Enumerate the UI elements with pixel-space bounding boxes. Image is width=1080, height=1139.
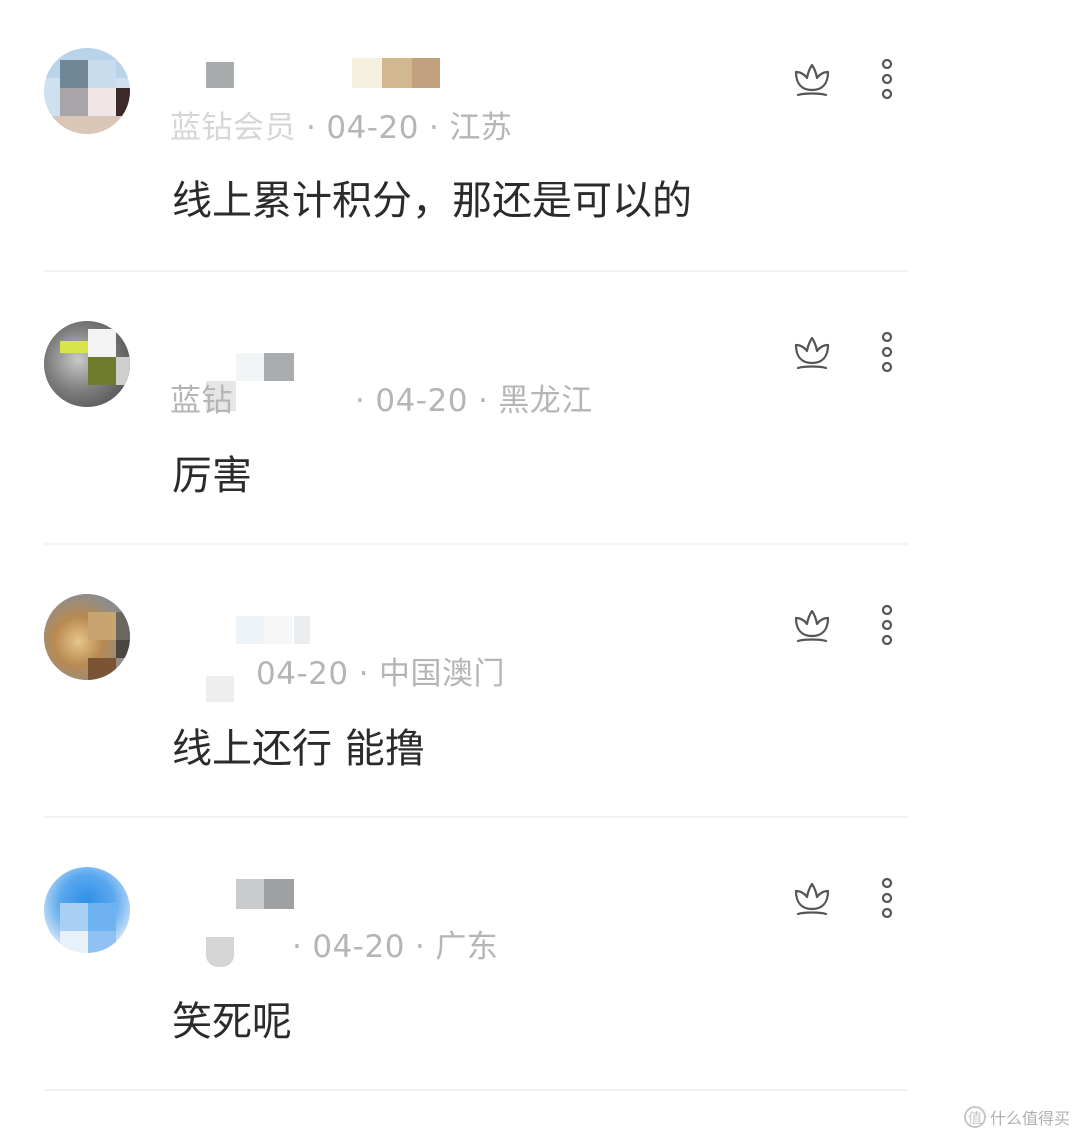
watermark-text: 什么值得买 <box>989 1109 1070 1128</box>
comment-item: 蓝钻 · 04-20 · 黑龙江 厉害 <box>0 273 1080 546</box>
comment-text: 笑死呢 <box>172 999 292 1045</box>
meta-separator: · <box>428 110 440 146</box>
member-level: 蓝钻会员 <box>170 110 296 146</box>
vertical-dots-more-icon <box>881 331 893 373</box>
member-level: 蓝钻 <box>170 383 233 419</box>
comment-item: 04-20 · 中国澳门 线上还行 能撸 <box>0 546 1080 819</box>
more-options-button[interactable] <box>874 56 900 102</box>
avatar[interactable] <box>44 321 130 407</box>
vertical-dots-more-icon <box>881 877 893 919</box>
comment-text: 线上累计积分，那还是可以的 <box>172 178 692 224</box>
vertical-dots-more-icon <box>881 58 893 100</box>
comment-item: 蓝钻会员 · 04-20 · 江苏 线上累计积分，那还是可以的 <box>0 0 1080 273</box>
watermark: 值 什么值得买 <box>963 1105 1070 1129</box>
comment-location: 中国澳门 <box>378 656 505 692</box>
lotus-like-icon <box>794 609 830 643</box>
avatar[interactable] <box>44 867 130 953</box>
meta-separator: · <box>292 929 303 965</box>
comment-date: 04-20 <box>312 929 405 965</box>
divider <box>44 270 908 272</box>
comment-location: 黑龙江 <box>498 383 593 419</box>
comment-location: 江苏 <box>449 110 513 146</box>
comment-date: 04-20 <box>256 656 349 692</box>
avatar[interactable] <box>44 48 130 134</box>
comment-date: 04-20 <box>375 383 468 419</box>
meta-separator: · <box>414 929 426 965</box>
meta-separator: · <box>355 383 366 419</box>
comment-text: 厉害 <box>172 453 252 499</box>
comment-meta: · 04-20 · 广东 <box>170 921 498 966</box>
more-options-button[interactable] <box>874 329 900 375</box>
comment-text: 线上还行 能撸 <box>172 726 425 772</box>
divider <box>44 543 908 545</box>
comment-location: 广东 <box>435 929 499 965</box>
like-button[interactable] <box>792 333 832 373</box>
comment-date: 04-20 <box>326 110 419 146</box>
more-options-button[interactable] <box>874 602 900 648</box>
like-button[interactable] <box>792 879 832 919</box>
divider <box>44 816 908 818</box>
divider <box>44 1089 908 1091</box>
lotus-like-icon <box>794 63 830 97</box>
meta-separator: · <box>306 110 317 146</box>
meta-separator: · <box>477 383 489 419</box>
vertical-dots-more-icon <box>881 604 893 646</box>
like-button[interactable] <box>792 606 832 646</box>
like-button[interactable] <box>792 60 832 100</box>
more-options-button[interactable] <box>874 875 900 921</box>
avatar[interactable] <box>44 594 130 680</box>
comment-meta: 04-20 · 中国澳门 <box>170 648 505 693</box>
comment-item: · 04-20 · 广东 笑死呢 <box>0 819 1080 1092</box>
comment-meta: 蓝钻 · 04-20 · 黑龙江 <box>170 375 593 420</box>
meta-separator: · <box>358 656 369 692</box>
comment-meta: 蓝钻会员 · 04-20 · 江苏 <box>170 102 512 147</box>
lotus-like-icon <box>794 336 830 370</box>
lotus-like-icon <box>794 882 830 916</box>
watermark-logo-icon: 值 <box>963 1106 986 1128</box>
